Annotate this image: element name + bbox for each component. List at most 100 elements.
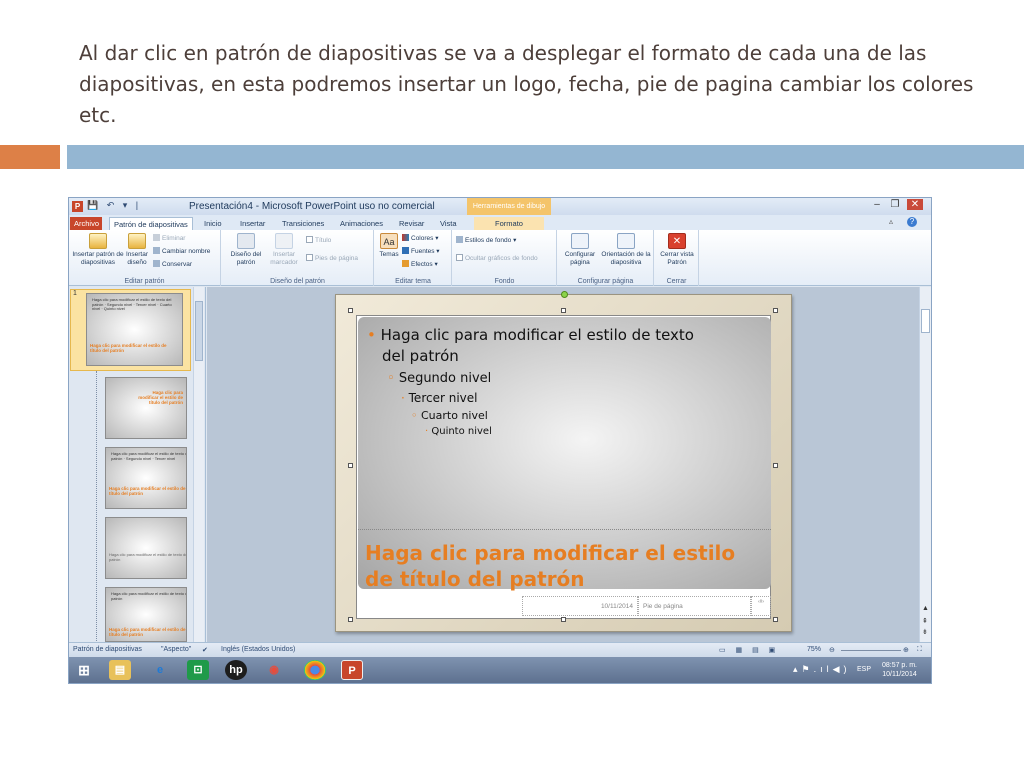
slide-number: 1 [73, 290, 77, 297]
taskbar-clock[interactable]: 08:57 p. m. 10/11/2014 [882, 661, 917, 679]
thumbnail-layout-content[interactable]: Haga clic para modificar el estilo de te… [105, 447, 187, 509]
bullet-level-1-text: Haga clic para modificar el estilo de te… [380, 326, 694, 344]
close-master-view-button[interactable]: ✕ Cerrar vista Patrón [657, 233, 697, 267]
internet-explorer-icon[interactable]: e [149, 660, 171, 680]
tab-archivo[interactable]: Archivo [70, 217, 102, 230]
bullet-level-1[interactable]: • Haga clic para modificar el estilo de … [367, 326, 694, 344]
slide-number-placeholder[interactable]: ‹#› [751, 596, 771, 616]
tab-revisar[interactable]: Revisar [395, 217, 428, 230]
hide-background-checkbox[interactable]: Ocultar gráficos de fondo [456, 254, 538, 263]
title-divider [358, 529, 771, 530]
bullet-level-2[interactable]: ◦ Segundo nivel [387, 371, 491, 386]
placeholder-icon [275, 233, 293, 249]
thumbnail-layout-section[interactable]: Haga clic para modificar el estilo de te… [105, 517, 187, 579]
editor-scrollbar[interactable]: ▲ ⇞ ⇟ [919, 287, 931, 642]
delete-button[interactable]: Eliminar [153, 234, 185, 243]
store-icon[interactable]: ⊡ [187, 660, 209, 680]
page-setup-label: Configurar página [564, 251, 596, 266]
zoom-slider[interactable] [841, 650, 901, 651]
bullet-level-3[interactable]: · Tercer nivel [401, 391, 477, 405]
spellcheck-icon[interactable]: ✔ [202, 646, 208, 654]
resize-handle-sw[interactable] [348, 617, 353, 622]
tab-animaciones[interactable]: Animaciones [336, 217, 387, 230]
insert-placeholder-button[interactable]: Insertar marcador [264, 233, 304, 267]
zoom-in-icon[interactable]: ⊕ [903, 646, 909, 654]
footers-checkbox[interactable]: Pies de página [306, 254, 358, 263]
resize-handle-n[interactable] [561, 308, 566, 313]
resize-handle-e[interactable] [773, 463, 778, 468]
powerpoint-taskbar-icon[interactable]: P [341, 660, 363, 680]
rename-button[interactable]: Cambiar nombre [153, 247, 210, 256]
hp-icon[interactable]: hp [225, 660, 247, 680]
preserve-button[interactable]: Conservar [153, 260, 192, 269]
media-icon[interactable]: ◉ [263, 660, 285, 680]
orientation-label: Orientación de la diapositiva [601, 251, 651, 266]
effects-button[interactable]: Efectos ▾ [402, 260, 438, 269]
close-icon[interactable]: ✕ [907, 199, 923, 210]
master-layout-button[interactable]: Diseño del patrón [226, 233, 266, 267]
page-setup-button[interactable]: Configurar página [561, 233, 599, 267]
collapse-ribbon-icon[interactable]: ▵ [889, 217, 893, 226]
tab-patron-diapositivas[interactable]: Patrón de diapositivas [109, 217, 193, 230]
group-diseno-patron: Diseño del patrón Insertar marcador Títu… [222, 230, 374, 286]
title-checkbox[interactable]: Título [306, 236, 331, 245]
status-language[interactable]: Inglés (Estados Unidos) [221, 646, 295, 653]
prev-slide-icon[interactable]: ⇞ [922, 617, 928, 625]
minimize-icon[interactable]: – [869, 199, 885, 210]
chrome-icon[interactable] [304, 660, 326, 680]
system-tray-icons[interactable]: ▴⚑.ıl◀) [793, 664, 851, 675]
powerpoint-icon[interactable]: P [72, 201, 83, 212]
group-configurar-pagina: Configurar página Orientación de la diap… [558, 230, 654, 286]
bullet-level-4[interactable]: ◦ Cuarto nivel [411, 409, 488, 422]
windows-start-icon[interactable]: ⊞ [73, 660, 95, 680]
bullet-level-5[interactable]: · Quinto nivel [425, 426, 492, 437]
restore-icon[interactable]: ❐ [887, 199, 903, 210]
taskbar-language[interactable]: ESP [857, 666, 871, 673]
group-label-editar-tema: Editar tema [395, 278, 431, 285]
rotation-handle[interactable] [561, 291, 568, 298]
tab-formato[interactable]: Formato [474, 217, 544, 230]
tab-insertar[interactable]: Insertar [236, 217, 269, 230]
resize-handle-w[interactable] [348, 463, 353, 468]
title-placeholder[interactable]: Haga clic para modificar el estilo de tí… [365, 540, 765, 592]
insert-layout-button[interactable]: Insertar diseño [123, 233, 151, 267]
background-styles-label: Estilos de fondo [465, 237, 512, 244]
thumbnails-scroll-thumb[interactable] [195, 301, 203, 361]
resize-handle-ne[interactable] [773, 308, 778, 313]
scroll-up-icon[interactable]: ▲ [922, 605, 929, 612]
help-icon[interactable]: ? [907, 217, 917, 227]
tab-vista[interactable]: Vista [436, 217, 461, 230]
thumbnail-layout-title[interactable]: Haga clic para modificar el estilo de tí… [105, 377, 187, 439]
thumbnail-layout-two-content[interactable]: Haga clic para modificar el estilo de te… [105, 587, 187, 642]
tab-transiciones[interactable]: Transiciones [278, 217, 328, 230]
tab-inicio[interactable]: Inicio [200, 217, 226, 230]
resize-handle-nw[interactable] [348, 308, 353, 313]
view-buttons[interactable]: ▭ ▦ ▤ ▣ [719, 646, 779, 654]
checkbox-icon [306, 254, 313, 261]
footer-date-placeholder[interactable]: 10/11/2014 [522, 596, 638, 616]
themes-button[interactable]: Aa Temas [378, 233, 400, 259]
orientation-button[interactable]: Orientación de la diapositiva [600, 233, 652, 267]
footer-text-placeholder[interactable]: Pie de página [638, 596, 751, 616]
thumbnails-scrollbar[interactable] [193, 287, 204, 642]
fit-window-icon[interactable]: ⛶ [917, 646, 922, 654]
quick-access-toolbar[interactable]: 💾 ↶ ▾ | [87, 200, 141, 211]
file-explorer-icon[interactable]: ▤ [109, 660, 131, 680]
colors-icon [402, 234, 409, 241]
group-label-cerrar: Cerrar [666, 278, 687, 285]
pin-icon [153, 260, 160, 267]
thumbnail-master[interactable]: Haga clic para modificar el estilo de te… [86, 293, 183, 366]
insert-master-button[interactable]: Insertar patrón de diapositivas [72, 233, 124, 267]
fonts-button[interactable]: Fuentes ▾ [402, 247, 440, 256]
editor-scroll-thumb[interactable] [921, 309, 930, 333]
zoom-level[interactable]: 75% [807, 646, 821, 653]
insert-layout-label: Insertar diseño [125, 251, 149, 266]
background-styles-button[interactable]: Estilos de fondo ▾ [456, 236, 516, 245]
effects-icon [402, 260, 409, 267]
next-slide-icon[interactable]: ⇟ [922, 628, 928, 636]
colors-button[interactable]: Colores ▾ [402, 234, 438, 243]
zoom-out-icon[interactable]: ⊖ [829, 646, 835, 654]
resize-handle-s[interactable] [561, 617, 566, 622]
insert-master-icon [89, 233, 107, 249]
resize-handle-se[interactable] [773, 617, 778, 622]
